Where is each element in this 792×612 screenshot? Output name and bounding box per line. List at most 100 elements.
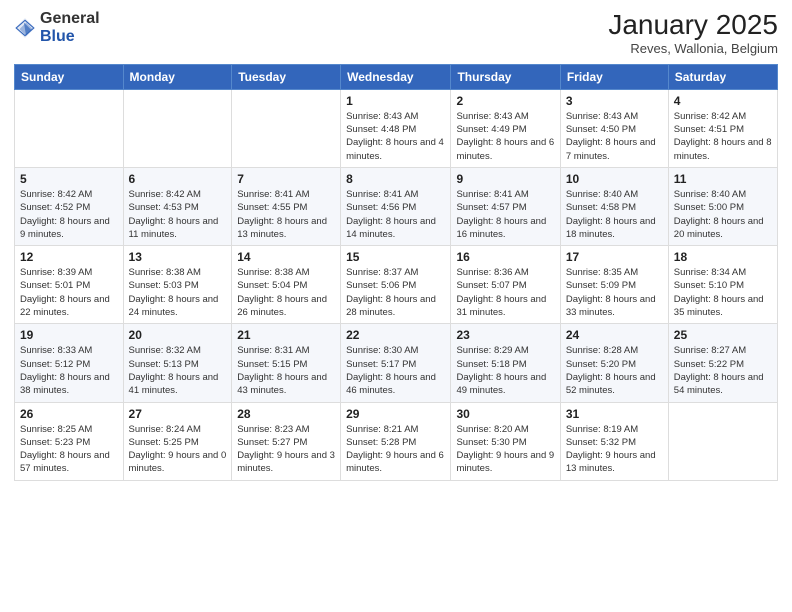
table-row: 13 Sunrise: 8:38 AM Sunset: 5:03 PM Dayli…	[123, 246, 232, 324]
day-number: 23	[456, 328, 554, 342]
day-info: Sunrise: 8:27 AM Sunset: 5:22 PM Dayligh…	[674, 344, 772, 397]
table-row: 10 Sunrise: 8:40 AM Sunset: 4:58 PM Dayli…	[560, 167, 668, 245]
day-info: Sunrise: 8:28 AM Sunset: 5:20 PM Dayligh…	[566, 344, 663, 397]
table-row: 15 Sunrise: 8:37 AM Sunset: 5:06 PM Dayli…	[341, 246, 451, 324]
day-number: 11	[674, 172, 772, 186]
table-row: 14 Sunrise: 8:38 AM Sunset: 5:04 PM Dayli…	[232, 246, 341, 324]
day-number: 20	[129, 328, 227, 342]
day-info: Sunrise: 8:19 AM Sunset: 5:32 PM Dayligh…	[566, 423, 663, 476]
calendar-week-row: 26 Sunrise: 8:25 AM Sunset: 5:23 PM Dayli…	[15, 402, 778, 480]
day-number: 4	[674, 94, 772, 108]
day-number: 15	[346, 250, 445, 264]
day-number: 19	[20, 328, 118, 342]
day-info: Sunrise: 8:29 AM Sunset: 5:18 PM Dayligh…	[456, 344, 554, 397]
day-number: 27	[129, 407, 227, 421]
day-number: 13	[129, 250, 227, 264]
table-row: 21Sunrise: 8:31 AM Sunset: 5:15 PM Dayli…	[232, 324, 341, 402]
day-info: Sunrise: 8:41 AM Sunset: 4:57 PM Dayligh…	[456, 188, 554, 241]
day-number: 7	[237, 172, 335, 186]
table-row: 31 Sunrise: 8:19 AM Sunset: 5:32 PM Dayli…	[560, 402, 668, 480]
day-number: 29	[346, 407, 445, 421]
table-row: 22 Sunrise: 8:30 AM Sunset: 5:17 PM Dayli…	[341, 324, 451, 402]
day-info: Sunrise: 8:42 AM Sunset: 4:52 PM Dayligh…	[20, 188, 118, 241]
day-info: Sunrise: 8:37 AM Sunset: 5:06 PM Dayligh…	[346, 266, 445, 319]
day-number: 6	[129, 172, 227, 186]
table-row: 1 Sunrise: 8:43 AM Sunset: 4:48 PM Daylig…	[341, 89, 451, 167]
table-row: 3 Sunrise: 8:43 AM Sunset: 4:50 PM Daylig…	[560, 89, 668, 167]
day-info: Sunrise: 8:42 AM Sunset: 4:53 PM Dayligh…	[129, 188, 227, 241]
table-row: 29 Sunrise: 8:21 AM Sunset: 5:28 PM Dayli…	[341, 402, 451, 480]
day-info: Sunrise: 8:41 AM Sunset: 4:56 PM Dayligh…	[346, 188, 445, 241]
day-info: Sunrise: 8:40 AM Sunset: 4:58 PM Dayligh…	[566, 188, 663, 241]
day-info: Sunrise: 8:33 AM Sunset: 5:12 PM Dayligh…	[20, 344, 118, 397]
day-number: 31	[566, 407, 663, 421]
day-number: 22	[346, 328, 445, 342]
title-block: January 2025 Reves, Wallonia, Belgium	[608, 10, 778, 56]
day-number: 16	[456, 250, 554, 264]
day-number: 24	[566, 328, 663, 342]
day-number: 9	[456, 172, 554, 186]
table-row: 25 Sunrise: 8:27 AM Sunset: 5:22 PM Dayli…	[668, 324, 777, 402]
main-title: January 2025	[608, 10, 778, 41]
col-friday: Friday	[560, 64, 668, 89]
day-info: Sunrise: 8:43 AM Sunset: 4:48 PM Dayligh…	[346, 110, 445, 163]
day-number: 28	[237, 407, 335, 421]
col-monday: Monday	[123, 64, 232, 89]
day-number: 30	[456, 407, 554, 421]
day-info: Sunrise: 8:40 AM Sunset: 5:00 PM Dayligh…	[674, 188, 772, 241]
day-info: Sunrise: 8:25 AM Sunset: 5:23 PM Dayligh…	[20, 423, 118, 476]
table-row: 19 Sunrise: 8:33 AM Sunset: 5:12 PM Dayli…	[15, 324, 124, 402]
table-row: 11 Sunrise: 8:40 AM Sunset: 5:00 PM Dayli…	[668, 167, 777, 245]
day-number: 2	[456, 94, 554, 108]
day-number: 1	[346, 94, 445, 108]
day-number: 26	[20, 407, 118, 421]
day-info: Sunrise: 8:23 AM Sunset: 5:27 PM Dayligh…	[237, 423, 335, 476]
day-info: Sunrise: 8:43 AM Sunset: 4:50 PM Dayligh…	[566, 110, 663, 163]
calendar-week-row: 1 Sunrise: 8:43 AM Sunset: 4:48 PM Daylig…	[15, 89, 778, 167]
day-number: 3	[566, 94, 663, 108]
table-row: 6 Sunrise: 8:42 AM Sunset: 4:53 PM Daylig…	[123, 167, 232, 245]
logo: General Blue	[14, 10, 100, 45]
calendar-header-row: Sunday Monday Tuesday Wednesday Thursday…	[15, 64, 778, 89]
table-row: 26 Sunrise: 8:25 AM Sunset: 5:23 PM Dayli…	[15, 402, 124, 480]
day-number: 14	[237, 250, 335, 264]
table-row	[232, 89, 341, 167]
table-row: 16 Sunrise: 8:36 AM Sunset: 5:07 PM Dayli…	[451, 246, 560, 324]
col-saturday: Saturday	[668, 64, 777, 89]
day-number: 5	[20, 172, 118, 186]
table-row: 9 Sunrise: 8:41 AM Sunset: 4:57 PM Daylig…	[451, 167, 560, 245]
col-thursday: Thursday	[451, 64, 560, 89]
day-number: 25	[674, 328, 772, 342]
logo-icon	[14, 17, 36, 39]
day-info: Sunrise: 8:35 AM Sunset: 5:09 PM Dayligh…	[566, 266, 663, 319]
day-info: Sunrise: 8:30 AM Sunset: 5:17 PM Dayligh…	[346, 344, 445, 397]
header: General Blue January 2025 Reves, Walloni…	[14, 10, 778, 56]
day-info: Sunrise: 8:36 AM Sunset: 5:07 PM Dayligh…	[456, 266, 554, 319]
day-number: 17	[566, 250, 663, 264]
table-row: 18Sunrise: 8:34 AM Sunset: 5:10 PM Dayli…	[668, 246, 777, 324]
day-info: Sunrise: 8:38 AM Sunset: 5:03 PM Dayligh…	[129, 266, 227, 319]
table-row: 24 Sunrise: 8:28 AM Sunset: 5:20 PM Dayli…	[560, 324, 668, 402]
logo-blue: Blue	[40, 28, 75, 45]
day-info: Sunrise: 8:41 AM Sunset: 4:55 PM Dayligh…	[237, 188, 335, 241]
table-row: 20Sunrise: 8:32 AM Sunset: 5:13 PM Dayli…	[123, 324, 232, 402]
day-info: Sunrise: 8:20 AM Sunset: 5:30 PM Dayligh…	[456, 423, 554, 476]
day-number: 18	[674, 250, 772, 264]
col-sunday: Sunday	[15, 64, 124, 89]
day-number: 12	[20, 250, 118, 264]
table-row	[15, 89, 124, 167]
table-row: 2 Sunrise: 8:43 AM Sunset: 4:49 PM Daylig…	[451, 89, 560, 167]
table-row: 12Sunrise: 8:39 AM Sunset: 5:01 PM Dayli…	[15, 246, 124, 324]
day-info: Sunrise: 8:43 AM Sunset: 4:49 PM Dayligh…	[456, 110, 554, 163]
table-row: 30 Sunrise: 8:20 AM Sunset: 5:30 PM Dayli…	[451, 402, 560, 480]
day-number: 21	[237, 328, 335, 342]
day-info: Sunrise: 8:21 AM Sunset: 5:28 PM Dayligh…	[346, 423, 445, 476]
day-info: Sunrise: 8:24 AM Sunset: 5:25 PM Dayligh…	[129, 423, 227, 476]
page: General Blue January 2025 Reves, Walloni…	[0, 0, 792, 612]
table-row: 27 Sunrise: 8:24 AM Sunset: 5:25 PM Dayli…	[123, 402, 232, 480]
calendar-table: Sunday Monday Tuesday Wednesday Thursday…	[14, 64, 778, 481]
col-tuesday: Tuesday	[232, 64, 341, 89]
calendar-week-row: 12Sunrise: 8:39 AM Sunset: 5:01 PM Dayli…	[15, 246, 778, 324]
day-info: Sunrise: 8:38 AM Sunset: 5:04 PM Dayligh…	[237, 266, 335, 319]
day-number: 10	[566, 172, 663, 186]
